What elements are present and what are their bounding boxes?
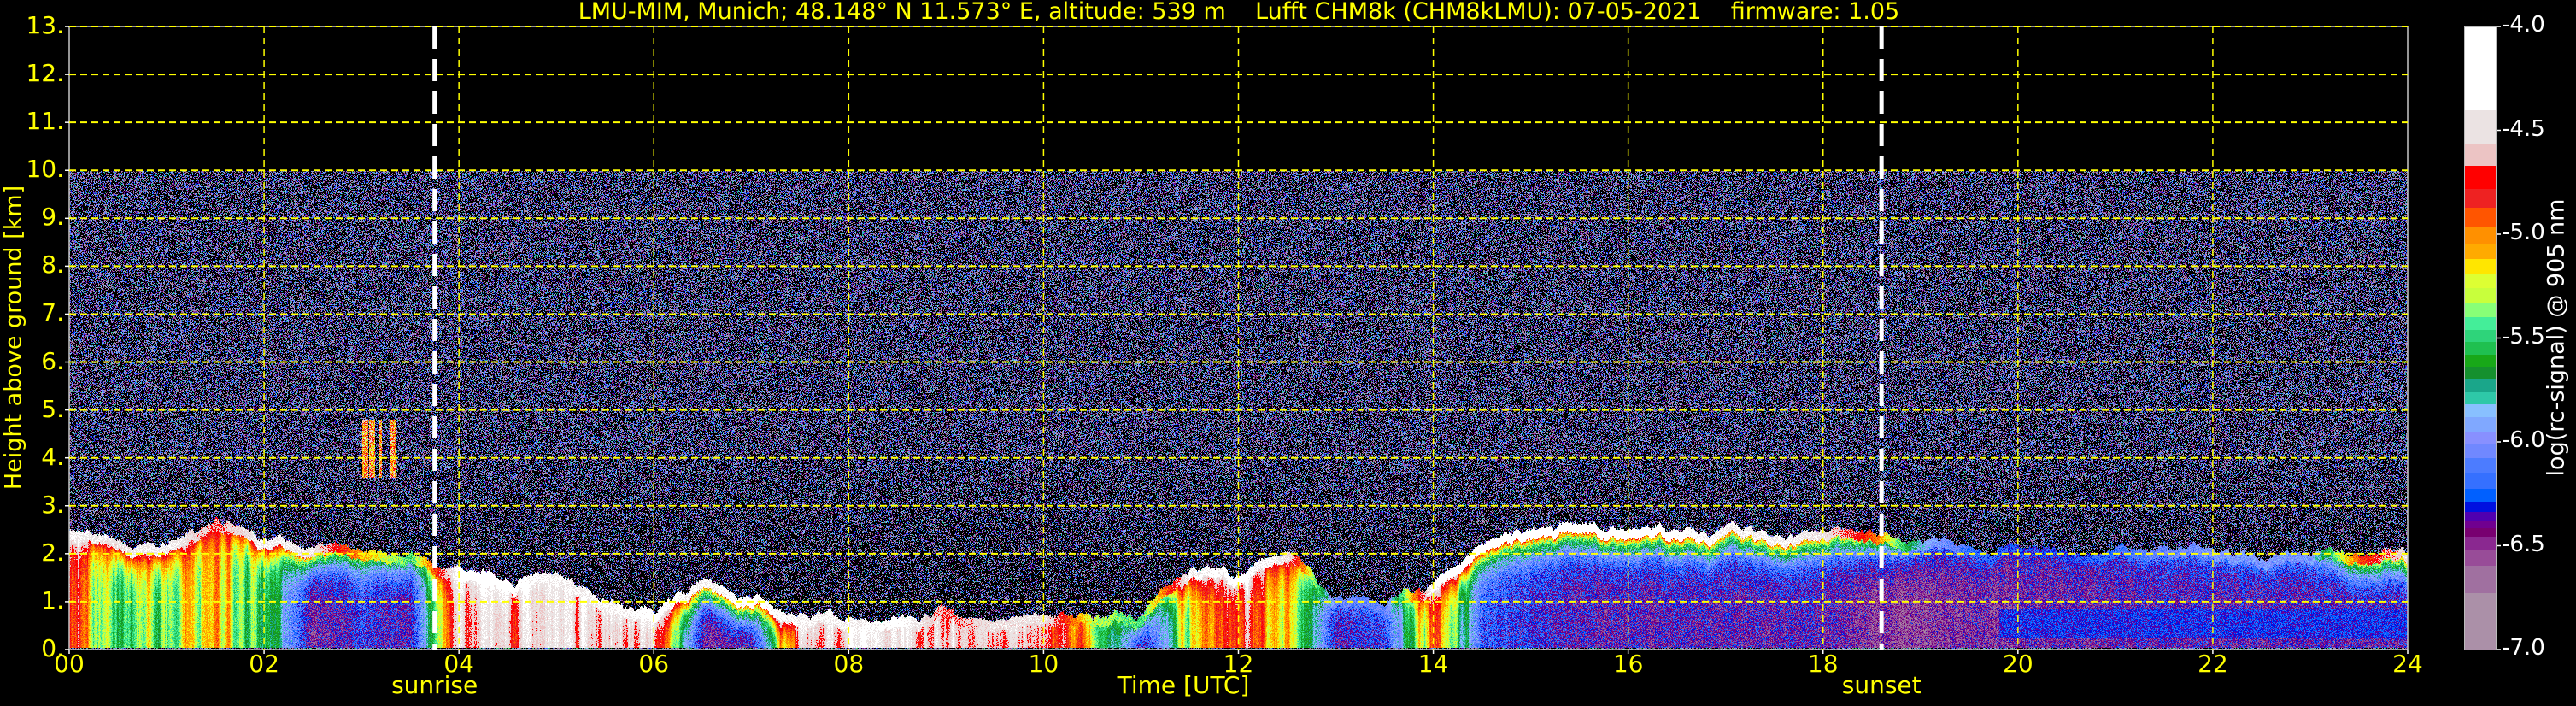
colorbar-tick-label: -7.0 xyxy=(2502,635,2545,661)
colorbar-segment xyxy=(2465,244,2496,260)
x-tick-label: 12 xyxy=(1223,650,1254,678)
x-tick-label: 16 xyxy=(1612,650,1644,678)
y-tick-label: 6. xyxy=(41,346,64,375)
y-tick-label: 1. xyxy=(41,585,64,615)
colorbar-segment xyxy=(2465,259,2496,274)
colorbar-segment xyxy=(2465,342,2496,356)
colorbar-segment xyxy=(2465,444,2496,459)
colorbar-segment xyxy=(2465,404,2496,418)
colorbar-segment xyxy=(2465,431,2496,444)
y-tick-label: 9. xyxy=(41,203,64,232)
y-tick-label: 2. xyxy=(41,538,64,567)
colorbar-segment xyxy=(2465,367,2496,380)
colorbar-segment xyxy=(2465,391,2496,405)
colorbar-segment xyxy=(2465,166,2496,190)
x-tick-label: 06 xyxy=(638,650,670,678)
colorbar-tick-label: -4.5 xyxy=(2502,115,2545,142)
colorbar-tick-label: -5.0 xyxy=(2502,220,2545,245)
plot-overlay xyxy=(65,26,2501,654)
colorbar-segment xyxy=(2465,501,2496,513)
colorbar-segment xyxy=(2465,303,2496,318)
y-tick-label: 3. xyxy=(41,490,64,519)
x-tick-label: 08 xyxy=(833,650,865,678)
colorbar-segment xyxy=(2465,416,2496,432)
colorbar-segment xyxy=(2465,288,2496,303)
colorbar-segment xyxy=(2465,109,2496,144)
colorbar-segment xyxy=(2465,27,2496,111)
colorbar-segment xyxy=(2465,226,2496,246)
colorbar-segment xyxy=(2465,537,2496,550)
colorbar-segment xyxy=(2465,566,2496,594)
y-tick-label: 10. xyxy=(26,155,64,184)
colorbar-tick-label: -6.5 xyxy=(2502,531,2545,557)
colorbar-segment xyxy=(2465,274,2496,289)
colorbar-segment xyxy=(2465,354,2496,368)
sunset-label: sunset xyxy=(1841,671,1922,699)
colorbar-segment xyxy=(2465,458,2496,474)
colorbar-tick-label: -5.5 xyxy=(2502,323,2545,350)
y-tick-label: 8. xyxy=(41,250,64,279)
colorbar-segment xyxy=(2465,143,2496,167)
y-tick-label: 5. xyxy=(41,394,64,423)
y-tick-label: 12. xyxy=(26,59,64,88)
y-tick-label: 7. xyxy=(41,298,64,327)
colorbar-label: log(rc-signal) @ 905 nm xyxy=(2543,198,2570,477)
colorbar-tick-label: -6.0 xyxy=(2502,427,2545,453)
colorbar-segment xyxy=(2465,549,2496,567)
colorbar xyxy=(2464,26,2497,650)
y-tick-label: 4. xyxy=(41,442,64,471)
colorbar-segment xyxy=(2465,489,2496,503)
x-tick-label: 02 xyxy=(249,650,279,678)
colorbar-segment xyxy=(2465,592,2496,650)
colorbar-tick-label: -4.0 xyxy=(2502,12,2545,38)
x-tick-label: 14 xyxy=(1417,650,1449,678)
x-tick-label: 24 xyxy=(2392,650,2423,678)
colorbar-segment xyxy=(2465,207,2496,227)
y-tick-label: 13. xyxy=(26,11,64,39)
x-tick-label: 22 xyxy=(2198,650,2228,678)
x-tick-label: 10 xyxy=(1028,650,1059,678)
colorbar-segment xyxy=(2465,379,2496,393)
colorbar-segment xyxy=(2465,473,2496,490)
x-tick-label: 00 xyxy=(54,650,85,678)
colorbar-segment xyxy=(2465,329,2496,343)
colorbar-segment xyxy=(2465,317,2496,331)
sunrise-label: sunrise xyxy=(391,671,478,699)
x-axis-label: Time [UTC] xyxy=(1117,671,1250,699)
y-tick-label: 11. xyxy=(26,107,64,136)
colorbar-segment xyxy=(2465,189,2496,209)
